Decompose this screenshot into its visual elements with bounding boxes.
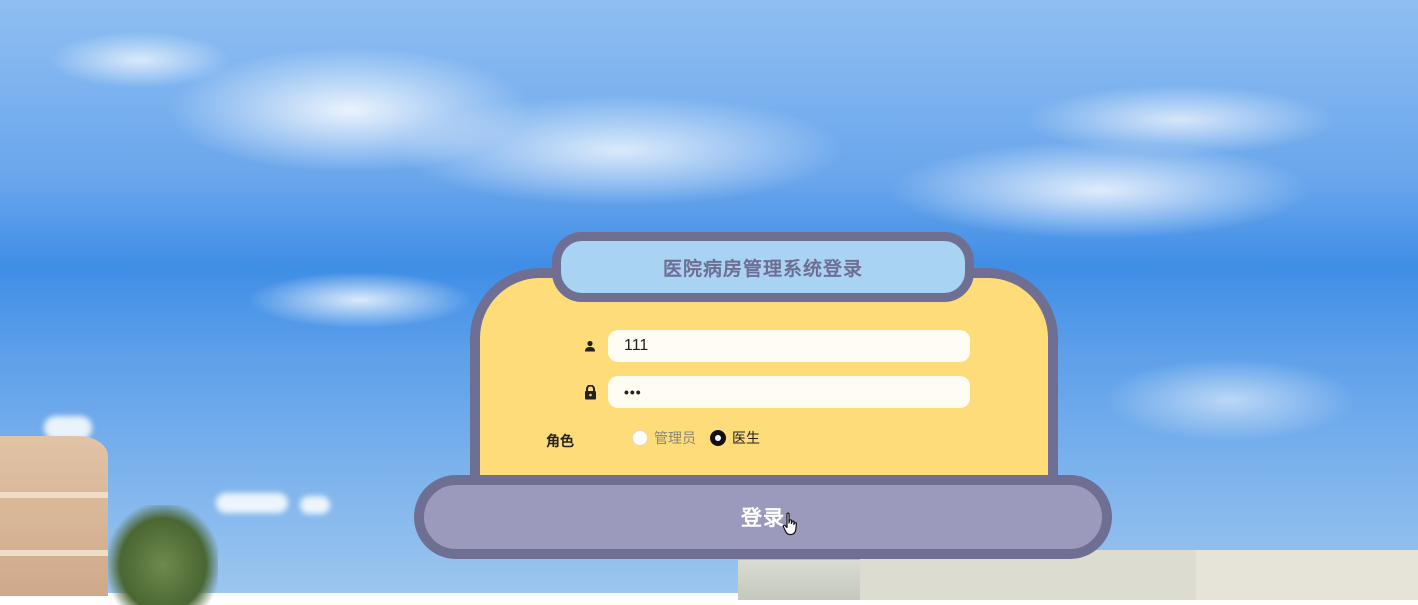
username-value: 111 xyxy=(624,337,649,354)
cloud xyxy=(300,496,330,514)
role-doctor-label[interactable]: 医生 xyxy=(732,428,760,448)
username-input[interactable]: 111 xyxy=(608,330,970,362)
cloud xyxy=(216,493,288,513)
building-left xyxy=(0,436,108,596)
role-label: 角色 xyxy=(546,434,574,450)
password-input[interactable]: ••• xyxy=(608,376,970,408)
lock-icon xyxy=(582,384,598,400)
role-admin-label[interactable]: 管理员 xyxy=(654,428,696,448)
login-button-label: 登录 xyxy=(741,506,785,530)
user-icon xyxy=(582,338,598,354)
role-radio-admin[interactable] xyxy=(632,430,648,446)
tree xyxy=(108,505,218,605)
role-radio-group: 管理员 医生 xyxy=(632,428,760,448)
password-value: ••• xyxy=(624,384,642,400)
login-title-bar: 医院病房管理系统登录 xyxy=(552,232,974,302)
page-title: 医院病房管理系统登录 xyxy=(662,257,863,280)
login-button[interactable]: 登录 xyxy=(414,475,1112,559)
hand-pointer-icon xyxy=(782,512,800,542)
role-radio-doctor[interactable] xyxy=(710,430,726,446)
login-card: 111 ••• 角色 管理员 医生 xyxy=(470,268,1058,508)
